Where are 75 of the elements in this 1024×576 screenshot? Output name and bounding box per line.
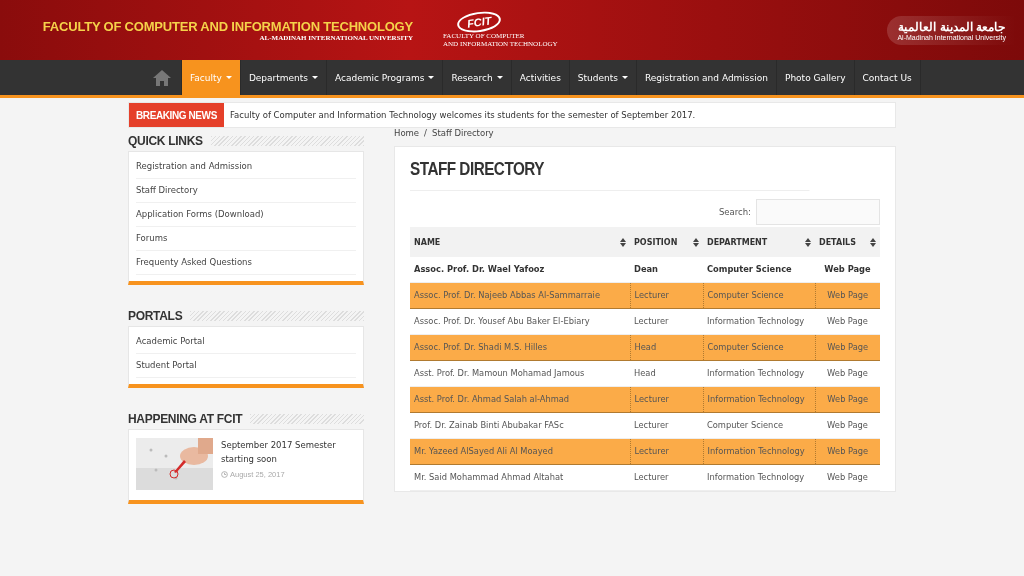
nav-item[interactable]: Contact Us: [854, 60, 921, 95]
nav-item[interactable]: Academic Programs: [327, 60, 444, 95]
table-cell: Assoc. Prof. Dr. Yousef Abu Baker El-Ebiary: [410, 308, 630, 335]
table-cell: Head: [630, 360, 703, 387]
web-page-link[interactable]: Web Page: [815, 464, 880, 491]
table-cell: Asst. Prof. Dr. Ahmad Salah al-Ahmad: [410, 386, 630, 413]
web-page-link[interactable]: Web Page: [815, 334, 880, 361]
table-cell: Computer Science: [703, 257, 815, 283]
clock-icon: [221, 471, 228, 478]
nav-item[interactable]: Registration and Admission: [636, 60, 777, 95]
site-title: FACULTY OF COMPUTER AND INFORMATION TECHNOLOGY: [42, 18, 413, 34]
table-cell: Lecturer: [630, 412, 703, 439]
sidebar-link[interactable]: Registration and Admission: [136, 155, 356, 179]
column-header[interactable]: DETAILS: [815, 227, 880, 257]
web-page-link[interactable]: Web Page: [815, 257, 880, 283]
table-cell: Lecturer: [630, 464, 703, 491]
column-header[interactable]: DEPARTMENT: [703, 227, 815, 257]
sidebar-link[interactable]: Forums: [136, 227, 356, 251]
sort-icon[interactable]: [870, 237, 876, 247]
table-cell: Lecturer: [630, 308, 703, 335]
page-title: STAFF DIRECTORY: [410, 159, 810, 191]
nav-item[interactable]: Photo Gallery: [776, 60, 855, 95]
table-cell: Mr. Yazeed AlSayed Ali Al Moayed: [410, 438, 630, 465]
web-page-link[interactable]: Web Page: [815, 412, 880, 439]
news-text: Faculty of Computer and Information Technology welcomes its students for the semester of September 2017.: [229, 110, 696, 120]
sort-icon[interactable]: [620, 237, 626, 247]
logo: FCIT: [455, 9, 503, 35]
table-cell: Information Technology: [703, 438, 815, 465]
table-cell: Lecturer: [630, 282, 703, 309]
sidebar-link[interactable]: Student Portal: [136, 354, 356, 378]
sidebar-link[interactable]: Staff Directory: [136, 179, 356, 203]
sidebar-link[interactable]: Application Forms (Download): [136, 203, 356, 227]
breaking-news-label: BREAKING NEWS: [129, 103, 224, 127]
home-icon[interactable]: [152, 68, 172, 87]
table-cell: Information Technology: [703, 464, 815, 491]
table-cell: Dean: [630, 257, 703, 283]
search-field[interactable]: [756, 199, 880, 225]
table-cell: Prof. Dr. Zainab Binti Abubakar FASc: [410, 412, 630, 439]
table-cell: Assoc. Prof. Dr. Wael Yafooz: [410, 257, 630, 283]
table-cell: Information Technology: [703, 308, 815, 335]
section-heading: QUICK LINKS: [128, 134, 203, 148]
table-cell: Asst. Prof. Dr. Mamoun Mohamad Jamous: [410, 360, 630, 387]
column-header[interactable]: NAME: [410, 227, 630, 257]
table-cell: Lecturer: [630, 438, 703, 465]
search-label: Search:: [718, 207, 751, 217]
web-page-link[interactable]: Web Page: [815, 438, 880, 465]
breadcrumb-link[interactable]: Home: [394, 128, 420, 138]
table-cell: Information Technology: [703, 360, 815, 387]
sidebar-link[interactable]: Frequenty Asked Questions: [136, 251, 356, 275]
web-page-link[interactable]: Web Page: [815, 386, 880, 413]
table-cell: Computer Science: [703, 282, 815, 309]
web-page-link[interactable]: Web Page: [815, 282, 880, 309]
table-cell: Information Technology: [703, 386, 815, 413]
breadcrumb-separator: /: [424, 128, 427, 138]
post-title[interactable]: September 2017 Semester starting soon: [221, 438, 356, 466]
table-cell: Lecturer: [630, 386, 703, 413]
sidebar-link[interactable]: Academic Portal: [136, 330, 356, 354]
web-page-link[interactable]: Web Page: [815, 308, 880, 335]
table-cell: Mr. Said Mohammad Ahmad Altahat: [410, 464, 630, 491]
table-cell: Assoc. Prof. Dr. Shadi M.S. Hilles: [410, 334, 630, 361]
breadcrumb-current: Staff Directory: [432, 128, 494, 138]
table-cell: Assoc. Prof. Dr. Najeeb Abbas Al-Sammarraie: [410, 282, 630, 309]
section-heading: PORTALS: [128, 309, 183, 323]
nav-item[interactable]: Students: [569, 60, 637, 95]
nav-item[interactable]: Research: [443, 60, 512, 95]
sort-icon[interactable]: [805, 237, 811, 247]
table-cell: Computer Science: [703, 334, 815, 361]
section-heading: HAPPENING AT FCIT: [128, 412, 243, 426]
web-page-link[interactable]: Web Page: [815, 360, 880, 387]
nav-item[interactable]: Departments: [240, 60, 328, 95]
table-cell: Head: [630, 334, 703, 361]
column-header[interactable]: POSITION: [630, 227, 703, 257]
nav-item[interactable]: Activities: [511, 60, 570, 95]
table-cell: Computer Science: [703, 412, 815, 439]
sort-icon[interactable]: [693, 237, 699, 247]
